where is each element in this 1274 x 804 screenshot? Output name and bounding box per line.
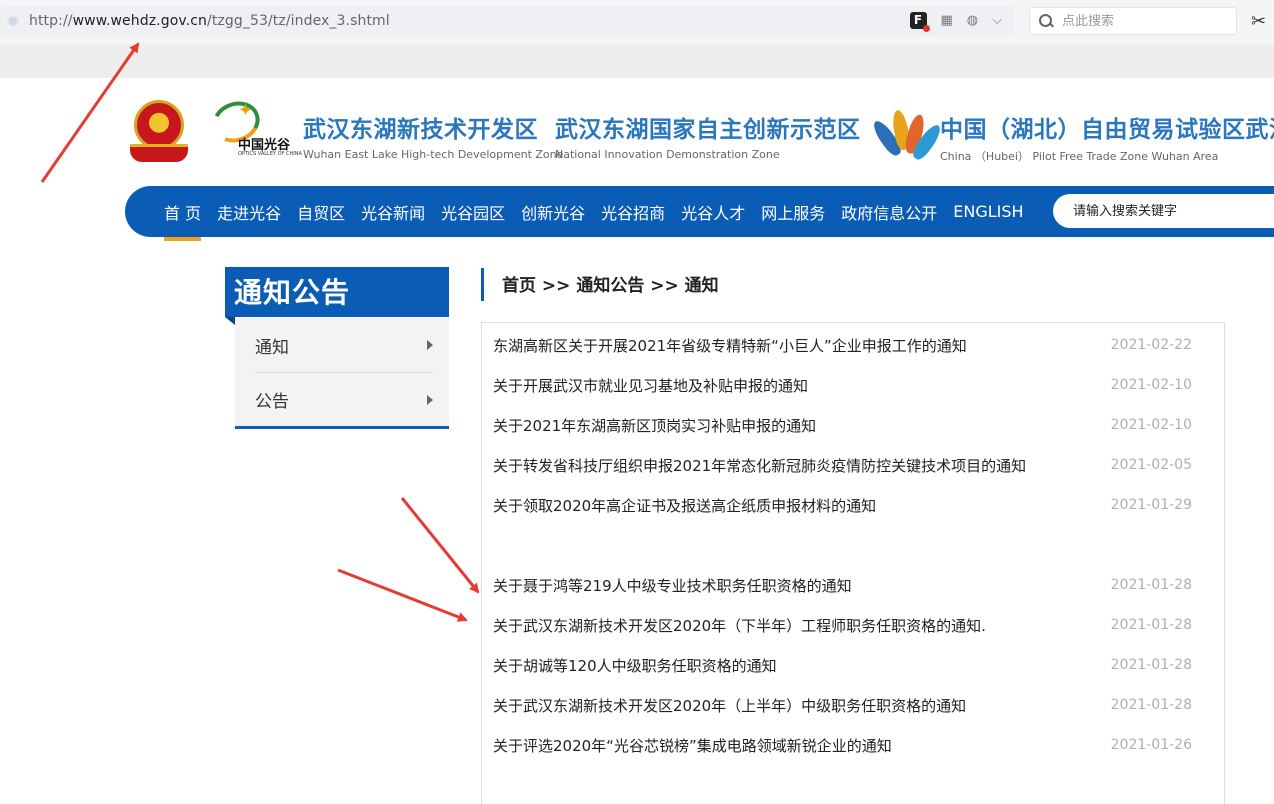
chevron-down-icon[interactable]: ⌵	[992, 13, 1002, 28]
notice-date: 2021-02-05	[1110, 457, 1192, 473]
chevron-right-icon	[427, 394, 433, 405]
notice-title[interactable]: 关于胡诚等120人中级职务任职资格的通知	[493, 655, 777, 676]
list-item[interactable]: 关于领取2020年高企证书及报送高企纸质申报材料的通知 2021-01-29	[482, 485, 1224, 525]
search-icon	[1038, 13, 1054, 29]
browser-search-input[interactable]	[1062, 13, 1222, 29]
address-bar-icons: F ▦ ◍ ⌵	[909, 12, 1002, 32]
list-item[interactable]: 关于胡诚等120人中级职务任职资格的通知 2021-01-28	[482, 645, 1224, 685]
nav-english[interactable]: ENGLISH	[953, 202, 1023, 221]
notice-date: 2021-01-28	[1110, 697, 1192, 713]
site-search-input[interactable]	[1073, 203, 1253, 219]
national-emblem-icon	[130, 100, 188, 162]
notice-title[interactable]: 关于开展武汉市就业见习基地及补贴申报的通知	[493, 375, 808, 396]
notice-date: 2021-02-10	[1110, 377, 1192, 393]
list-item[interactable]: 关于聂于鸿等219人中级专业技术职务任职资格的通知 2021-01-28	[482, 565, 1224, 605]
url-text[interactable]: http://www.wehdz.gov.cn/tzgg_53/tz/index…	[29, 13, 390, 29]
bookmarks-bar	[0, 44, 1274, 78]
compatibility-icon[interactable]: ◍	[967, 13, 978, 28]
list-item[interactable]: 关于开展武汉市就业见习基地及补贴申报的通知 2021-02-10	[482, 365, 1224, 405]
main-nav: 首 页 走进光谷 自贸区 光谷新闻 光谷园区 创新光谷 光谷招商 光谷人才 网上…	[125, 186, 1274, 241]
nav-about[interactable]: 走进光谷	[217, 200, 281, 224]
zone-title-1: 武汉东湖新技术开发区 Wuhan East Lake High-tech Dev…	[303, 110, 563, 161]
sidebar-item-label: 通知	[255, 337, 289, 358]
zone-title-1-en: Wuhan East Lake High-tech Development Zo…	[303, 148, 564, 161]
notice-title[interactable]: 关于武汉东湖新技术开发区2020年（下半年）工程师职务任职资格的通知.	[493, 615, 986, 636]
notice-title[interactable]: 关于评选2020年“光谷芯锐榜”集成电路领域新锐企业的通知	[493, 735, 892, 756]
nav-news[interactable]: 光谷新闻	[361, 200, 425, 224]
site-search-box[interactable]	[1053, 194, 1274, 228]
nav-investment[interactable]: 光谷招商	[601, 200, 665, 224]
nav-home[interactable]: 首 页	[164, 200, 202, 241]
notice-title[interactable]: 关于2021年东湖高新区顶岗实习补贴申报的通知	[493, 415, 816, 436]
notice-date: 2021-01-28	[1110, 617, 1192, 633]
sidebar-item-label: 公告	[255, 392, 289, 412]
url-scheme: http://	[29, 13, 73, 29]
site-info-icon[interactable]	[7, 15, 19, 27]
address-bar[interactable]: http://www.wehdz.gov.cn/tzgg_53/tz/index…	[0, 6, 1014, 36]
zone-title-3-en: China （Hubei） Pilot Free Trade Zone Wuha…	[940, 150, 1219, 163]
nav-talent[interactable]: 光谷人才	[681, 200, 745, 224]
site-header: ✦ 中国光谷 OPTICS VALLEY OF CHINA 武汉东湖新技术开发区…	[0, 78, 1274, 188]
list-item[interactable]: 关于武汉东湖新技术开发区2020年（上半年）中级职务任职资格的通知 2021-01…	[482, 685, 1224, 725]
ovc-logo-subtext: OPTICS VALLEY OF CHINA	[238, 151, 302, 157]
nav-gov-info[interactable]: 政府信息公开	[841, 200, 937, 224]
nav-innovation[interactable]: 创新光谷	[521, 200, 585, 224]
url-path: /tzgg_53/tz/index_3.shtml	[207, 13, 390, 29]
notice-title[interactable]: 东湖高新区关于开展2021年省级专精特新“小巨人”企业申报工作的通知	[493, 335, 967, 356]
browser-chrome: http://www.wehdz.gov.cn/tzgg_53/tz/index…	[0, 0, 1274, 78]
grid-icon[interactable]: ▦	[941, 13, 953, 28]
zone-title-2-en: National Innovation Demonstration Zone	[555, 148, 780, 161]
zone-title-2: 武汉东湖国家自主创新示范区 National Innovation Demons…	[555, 110, 861, 161]
zone-title-3: 中国（湖北）自由贸易试验区武汉片区 China （Hubei） Pilot Fr…	[940, 110, 1274, 164]
browser-search-box[interactable]	[1029, 7, 1237, 35]
notice-title[interactable]: 关于武汉东湖新技术开发区2020年（上半年）中级职务任职资格的通知	[493, 695, 966, 716]
list-item[interactable]: 关于2021年东湖高新区顶岗实习补贴申报的通知 2021-02-10	[482, 405, 1224, 445]
sidebar-item-announcements[interactable]: 公告	[255, 372, 433, 426]
notice-date: 2021-02-22	[1110, 337, 1192, 353]
zone-title-2-cn: 武汉东湖国家自主创新示范区	[555, 117, 861, 143]
scissors-icon[interactable]: ✂	[1251, 11, 1266, 32]
list-gap	[482, 525, 1224, 565]
list-item[interactable]: 关于转发省科技厅组织申报2021年常态化新冠肺炎疫情防控关键技术项目的通知 202…	[482, 445, 1224, 485]
notice-title[interactable]: 关于聂于鸿等219人中级专业技术职务任职资格的通知	[493, 575, 852, 596]
notice-date: 2021-01-29	[1110, 497, 1192, 513]
breadcrumb[interactable]: 首页 >> 通知公告 >> 通知	[481, 268, 719, 301]
nav-ftz[interactable]: 自贸区	[297, 200, 345, 224]
extension-f-icon[interactable]: F	[909, 12, 930, 32]
notice-date: 2021-01-28	[1110, 657, 1192, 673]
free-trade-zone-logo	[869, 108, 945, 163]
annotation-arrow-row-2	[337, 568, 468, 622]
notice-title[interactable]: 关于领取2020年高企证书及报送高企纸质申报材料的通知	[493, 495, 876, 516]
notice-title[interactable]: 关于转发省科技厅组织申报2021年常态化新冠肺炎疫情防控关键技术项目的通知	[493, 455, 1026, 476]
sidebar-item-notices[interactable]: 通知	[235, 318, 449, 372]
list-item[interactable]: 东湖高新区关于开展2021年省级专精特新“小巨人”企业申报工作的通知 2021-0…	[482, 325, 1224, 365]
notice-date: 2021-02-10	[1110, 417, 1192, 433]
notice-date: 2021-01-28	[1110, 577, 1192, 593]
zone-title-1-cn: 武汉东湖新技术开发区	[303, 117, 538, 143]
nav-online-service[interactable]: 网上服务	[761, 200, 825, 224]
sidebar-title: 通知公告	[225, 267, 449, 325]
annotation-arrow-row-1	[400, 497, 480, 594]
optics-valley-logo[interactable]: ✦ 中国光谷 OPTICS VALLEY OF CHINA	[206, 94, 302, 160]
ovc-star-icon: ✦	[238, 100, 254, 121]
url-domain: www.wehdz.gov.cn	[72, 13, 208, 29]
chevron-right-icon	[427, 340, 433, 350]
sidebar-list: 通知 公告	[235, 318, 449, 429]
list-item[interactable]: 关于评选2020年“光谷芯锐榜”集成电路领域新锐企业的通知 2021-01-26	[482, 725, 1224, 765]
nav-parks[interactable]: 光谷园区	[441, 200, 505, 224]
zone-title-3-cn: 中国（湖北）自由贸易试验区武汉片区	[940, 117, 1274, 143]
list-item[interactable]: 关于武汉东湖新技术开发区2020年（下半年）工程师职务任职资格的通知. 2021-…	[482, 605, 1224, 645]
notice-date: 2021-01-26	[1110, 737, 1192, 753]
notice-list: 东湖高新区关于开展2021年省级专精特新“小巨人”企业申报工作的通知 2021-0…	[481, 322, 1225, 804]
